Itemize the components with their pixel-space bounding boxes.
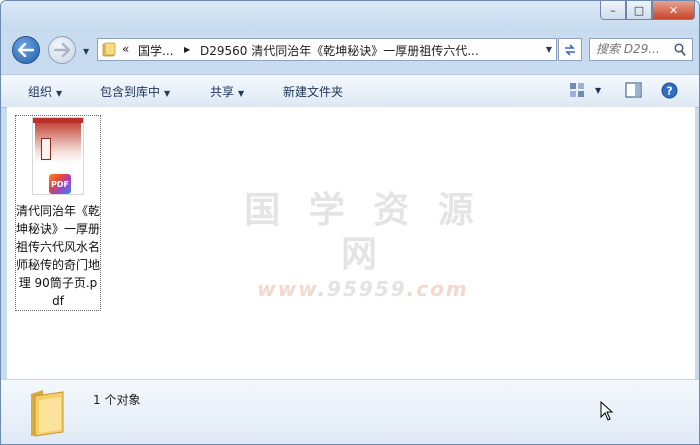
item-count-status: 1 个对象 <box>93 393 141 407</box>
address-bar[interactable]: « 国学... ▶ D29560 清代同治年《乾坤秘诀》一厚册祖传六代... ▼ <box>97 38 557 61</box>
folder-icon <box>102 42 116 57</box>
refresh-icon <box>565 43 575 56</box>
caption-buttons: – □ ✕ <box>600 1 695 20</box>
breadcrumb-item-guoxue[interactable]: 国学... <box>138 42 173 59</box>
address-dropdown-icon[interactable]: ▼ <box>546 45 552 54</box>
include-in-library-button[interactable]: 包含到库中 ▼ <box>100 83 170 100</box>
breadcrumb-overflow[interactable]: « <box>122 42 129 56</box>
watermark-url-suffix: .com <box>406 277 469 301</box>
back-arrow-icon <box>18 43 34 57</box>
change-view-icon[interactable] <box>569 82 585 98</box>
maximize-button[interactable]: □ <box>626 1 652 20</box>
minimize-button[interactable]: – <box>600 1 626 20</box>
file-item-pdf[interactable]: PDF 清代同治年《乾坤秘诀》一厚册祖传六代风水名师秘传的奇门地理 90筒子页.… <box>15 115 101 311</box>
folder-icon <box>31 390 64 437</box>
file-list-pane[interactable]: 国 学 资 源 网 www.95959.com PDF 清代同治年《乾坤秘诀》一… <box>7 107 695 379</box>
watermark: 国 学 资 源 网 www.95959.com <box>243 189 483 301</box>
chevron-down-icon: ▼ <box>56 89 63 98</box>
breadcrumb-item-current[interactable]: D29560 清代同治年《乾坤秘诀》一厚册祖传六代... <box>200 42 479 59</box>
watermark-site-name: 国 学 资 源 网 <box>244 190 482 275</box>
recent-pages-dropdown[interactable]: ▼ <box>83 47 89 56</box>
watermark-url-main: 95959 <box>327 277 407 301</box>
include-in-library-label: 包含到库中 <box>100 85 161 99</box>
title-bar[interactable]: – □ ✕ <box>1 1 699 31</box>
forward-button[interactable] <box>48 36 76 64</box>
new-folder-button[interactable]: 新建文件夹 <box>283 83 343 100</box>
watermark-url-prefix: www. <box>257 277 328 301</box>
help-icon[interactable]: ? <box>661 82 678 99</box>
pdf-icon: PDF <box>49 174 71 194</box>
mouse-cursor-icon <box>600 401 614 421</box>
address-row: ▼ « 国学... ▶ D29560 清代同治年《乾坤秘诀》一厚册祖传六代...… <box>1 33 699 67</box>
svg-text:?: ? <box>666 85 672 98</box>
back-button[interactable] <box>12 36 40 64</box>
view-options-dropdown-icon[interactable]: ▼ <box>595 86 601 95</box>
refresh-button[interactable] <box>558 38 582 61</box>
chevron-down-icon: ▼ <box>164 89 171 98</box>
file-name-label: 清代同治年《乾坤秘诀》一厚册祖传六代风水名师秘传的奇门地理 90筒子页.pdf <box>16 204 101 308</box>
search-icon[interactable] <box>674 43 686 57</box>
organize-button[interactable]: 组织 ▼ <box>28 83 62 100</box>
search-box[interactable] <box>589 38 693 61</box>
organize-label: 组织 <box>28 85 53 99</box>
details-pane: 1 个对象 <box>1 379 699 444</box>
close-button[interactable]: ✕ <box>652 1 695 20</box>
share-button[interactable]: 共享 ▼ <box>210 83 244 100</box>
watermark-url: www.95959.com <box>243 277 483 301</box>
new-folder-label: 新建文件夹 <box>283 85 344 99</box>
search-input[interactable] <box>596 42 672 56</box>
command-bar: 组织 ▼ 包含到库中 ▼ 共享 ▼ 新建文件夹 ▼ ? <box>1 74 699 108</box>
preview-pane-icon[interactable] <box>625 82 642 98</box>
chevron-down-icon: ▼ <box>238 89 245 98</box>
explorer-window: – □ ✕ ▼ « 国学... ▶ D29560 清代同治年《乾坤秘诀》一厚册祖… <box>0 0 700 445</box>
breadcrumb-separator-icon[interactable]: ▶ <box>184 45 190 54</box>
share-label: 共享 <box>210 85 235 99</box>
forward-arrow-icon <box>54 43 70 57</box>
